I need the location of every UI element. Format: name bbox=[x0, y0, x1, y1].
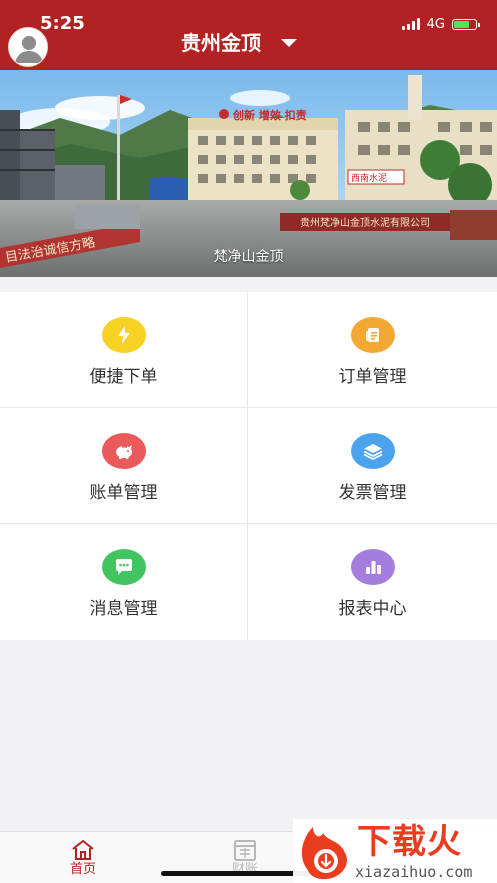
grid-item-label: 消息管理 bbox=[89, 599, 158, 619]
home-icon bbox=[70, 838, 96, 862]
banner-sign-company: 贵州梵净山金顶水泥有限公司 bbox=[300, 216, 430, 229]
calendar-icon bbox=[232, 838, 258, 862]
app-screen: 5:25 4G 贵州金顶 创新 增效 扣责 西南水泥 目法治诚信方略 贵州梵净山… bbox=[0, 0, 497, 883]
order-management-button[interactable]: 订单管理 bbox=[248, 292, 497, 408]
grid-item-label: 便捷下单 bbox=[89, 367, 158, 387]
status-time: 5:25 bbox=[40, 13, 85, 34]
piggy-bank-icon bbox=[101, 433, 146, 469]
app-header: 5:25 4G 贵州金顶 bbox=[0, 0, 497, 70]
watermark: 下载火 xiazaihuo.com bbox=[293, 819, 497, 883]
grid-item-label: 账单管理 bbox=[89, 483, 158, 503]
chevron-down-icon bbox=[281, 39, 297, 47]
feature-grid: 便捷下单 订单管理 账单管理 发票管理 消息管理 报表中心 bbox=[0, 292, 497, 640]
banner-carousel[interactable]: 创新 增效 扣责 西南水泥 目法治诚信方略 贵州梵净山金顶水泥有限公司 梵净山金… bbox=[0, 70, 497, 277]
invoice-management-button[interactable]: 发票管理 bbox=[248, 408, 497, 524]
person-icon bbox=[9, 28, 47, 66]
chat-bubble-icon bbox=[101, 549, 146, 585]
lightning-icon bbox=[101, 317, 146, 353]
avatar[interactable] bbox=[8, 27, 48, 67]
report-center-button[interactable]: 报表中心 bbox=[248, 524, 497, 640]
banner-sign-slogan: 创新 增效 扣责 bbox=[232, 108, 307, 122]
banner-sign-building: 西南水泥 bbox=[351, 172, 387, 184]
network-label: 4G bbox=[426, 16, 445, 32]
page-title: 贵州金顶 bbox=[181, 31, 261, 55]
banner-caption: 梵净山金顶 bbox=[213, 249, 284, 265]
grid-item-label: 发票管理 bbox=[338, 483, 407, 503]
message-management-button[interactable]: 消息管理 bbox=[0, 524, 248, 640]
battery-icon bbox=[452, 18, 480, 30]
grid-item-label: 订单管理 bbox=[338, 367, 407, 387]
flame-logo-icon bbox=[301, 827, 347, 880]
watermark-url: xiazaihuo.com bbox=[355, 863, 473, 881]
signal-icon bbox=[401, 18, 420, 30]
grid-item-label: 报表中心 bbox=[338, 599, 407, 619]
watermark-title: 下载火 bbox=[357, 822, 462, 862]
tab-home-label: 首页 bbox=[69, 862, 96, 877]
bill-management-button[interactable]: 账单管理 bbox=[0, 408, 248, 524]
site-selector[interactable]: 贵州金顶 bbox=[181, 30, 331, 56]
battery-level bbox=[454, 20, 469, 28]
tab-home[interactable]: 首页 bbox=[23, 832, 143, 883]
document-icon bbox=[350, 317, 395, 353]
status-indicators: 4G bbox=[401, 15, 480, 33]
quick-order-button[interactable]: 便捷下单 bbox=[0, 292, 248, 408]
layers-icon bbox=[350, 433, 395, 469]
bar-chart-icon bbox=[350, 549, 395, 585]
